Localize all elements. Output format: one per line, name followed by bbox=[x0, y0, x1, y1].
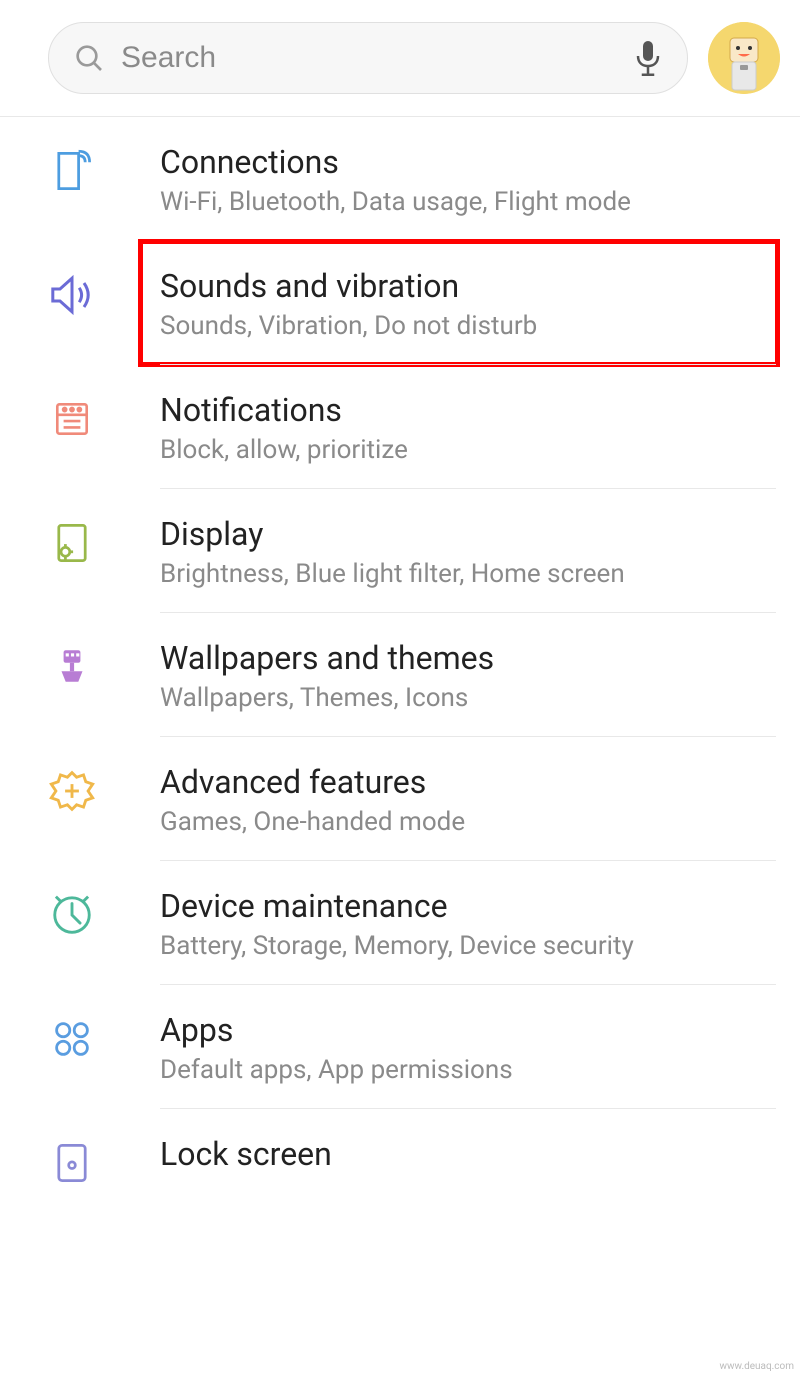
microphone-icon[interactable] bbox=[633, 41, 663, 75]
item-subtitle: Brightness, Blue light filter, Home scre… bbox=[160, 559, 780, 589]
search-bar[interactable] bbox=[48, 22, 688, 94]
item-subtitle: Games, One-handed mode bbox=[160, 807, 780, 837]
profile-avatar[interactable] bbox=[708, 22, 780, 94]
item-subtitle: Default apps, App permissions bbox=[160, 1055, 780, 1085]
item-subtitle: Wallpapers, Themes, Icons bbox=[160, 683, 780, 713]
lock-icon bbox=[48, 1139, 96, 1187]
item-subtitle: Battery, Storage, Memory, Device securit… bbox=[160, 931, 780, 961]
item-subtitle: Sounds, Vibration, Do not disturb bbox=[160, 311, 780, 341]
watermark: www.deuaq.com bbox=[720, 1361, 795, 1372]
apps-icon bbox=[48, 1015, 96, 1063]
item-title: Display bbox=[160, 515, 780, 553]
item-title: Apps bbox=[160, 1011, 780, 1049]
settings-item-sounds[interactable]: Sounds and vibration Sounds, Vibration, … bbox=[0, 241, 800, 365]
settings-item-maintenance[interactable]: Device maintenance Battery, Storage, Mem… bbox=[0, 861, 800, 985]
settings-item-wallpapers[interactable]: Wallpapers and themes Wallpapers, Themes… bbox=[0, 613, 800, 737]
settings-item-notifications[interactable]: Notifications Block, allow, prioritize bbox=[0, 365, 800, 489]
search-icon bbox=[73, 42, 105, 74]
item-subtitle: Block, allow, prioritize bbox=[160, 435, 780, 465]
settings-item-connections[interactable]: Connections Wi-Fi, Bluetooth, Data usage… bbox=[0, 117, 800, 241]
item-title: Notifications bbox=[160, 391, 780, 429]
settings-item-lockscreen[interactable]: Lock screen bbox=[0, 1109, 800, 1187]
item-title: Device maintenance bbox=[160, 887, 780, 925]
settings-list: Connections Wi-Fi, Bluetooth, Data usage… bbox=[0, 117, 800, 1187]
settings-item-advanced[interactable]: Advanced features Games, One-handed mode bbox=[0, 737, 800, 861]
item-title: Sounds and vibration bbox=[160, 267, 780, 305]
item-title: Lock screen bbox=[160, 1135, 780, 1173]
sound-icon bbox=[48, 271, 96, 319]
wallpaper-icon bbox=[48, 643, 96, 691]
connections-icon bbox=[48, 147, 96, 195]
notifications-icon bbox=[48, 395, 96, 443]
item-title: Wallpapers and themes bbox=[160, 639, 780, 677]
item-subtitle: Wi-Fi, Bluetooth, Data usage, Flight mod… bbox=[160, 187, 780, 217]
header bbox=[0, 0, 800, 117]
item-title: Connections bbox=[160, 143, 780, 181]
display-icon bbox=[48, 519, 96, 567]
maintenance-icon bbox=[48, 891, 96, 939]
settings-item-apps[interactable]: Apps Default apps, App permissions bbox=[0, 985, 800, 1109]
advanced-icon bbox=[48, 767, 96, 815]
settings-item-display[interactable]: Display Brightness, Blue light filter, H… bbox=[0, 489, 800, 613]
search-input[interactable] bbox=[121, 41, 633, 75]
item-title: Advanced features bbox=[160, 763, 780, 801]
